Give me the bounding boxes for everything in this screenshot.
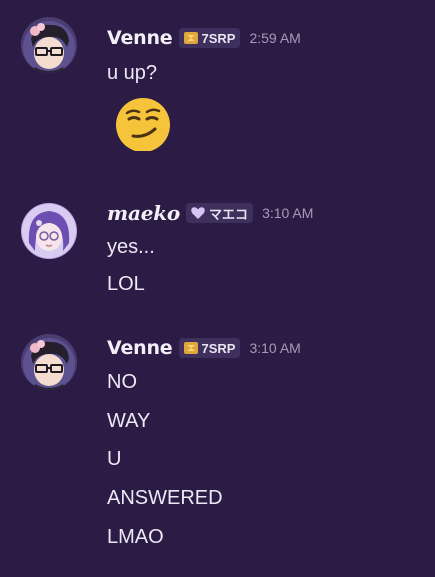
guild-tag-label: マエコ: [209, 206, 249, 222]
timestamp[interactable]: 2:59 AM: [249, 30, 300, 46]
timestamp[interactable]: 3:10 AM: [262, 205, 313, 221]
avatar-image: [21, 17, 77, 73]
guild-tag[interactable]: 7SRP: [178, 28, 241, 48]
message-header: Venne 7SRP 2:59 AM: [107, 26, 301, 50]
smirking-face-emoji[interactable]: [107, 95, 179, 152]
message-text: LOL: [107, 273, 145, 295]
gold-tag-icon: [183, 342, 198, 354]
guild-tag-label: 7SRP: [201, 30, 236, 46]
heart-icon: [191, 207, 205, 219]
message-text: WAY: [107, 410, 151, 432]
avatar-image: [21, 334, 77, 390]
username[interactable]: Venne: [107, 27, 173, 49]
smirking-face-icon: [116, 98, 170, 152]
avatar[interactable]: [21, 203, 77, 259]
message-text: U: [107, 448, 122, 470]
avatar[interactable]: [21, 17, 77, 73]
avatar-image: [21, 203, 77, 259]
message-header: maeko マエコ 3:10 AM: [107, 201, 313, 225]
gold-tag-icon: [183, 32, 198, 44]
guild-tag-label: 7SRP: [201, 340, 236, 356]
timestamp[interactable]: 3:10 AM: [249, 340, 300, 356]
message-text: yes...: [107, 236, 155, 258]
username[interactable]: Venne: [107, 337, 173, 359]
guild-tag[interactable]: マエコ: [186, 203, 254, 223]
message-text: u up?: [107, 62, 158, 84]
avatar[interactable]: [21, 334, 77, 390]
message-text: NO: [107, 371, 137, 393]
message-header: Venne 7SRP 3:10 AM: [107, 336, 301, 360]
message-text: LMAO: [107, 526, 164, 548]
guild-tag[interactable]: 7SRP: [178, 338, 241, 358]
username[interactable]: maeko: [107, 201, 180, 225]
message-text: ANSWERED: [107, 487, 223, 509]
